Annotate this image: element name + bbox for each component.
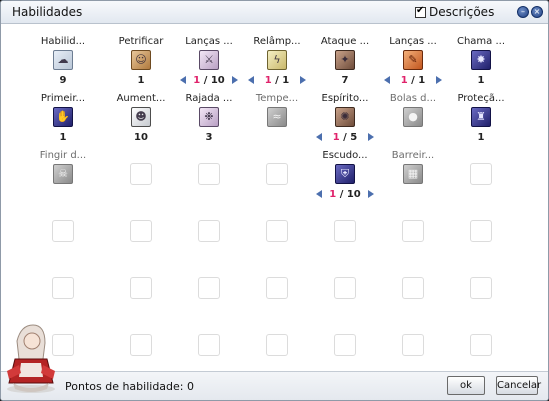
empty-slot-box [266, 163, 288, 185]
skill-name: Fingir d... [39, 150, 87, 161]
title-bar[interactable]: Habilidades Descrições – × [1, 1, 548, 24]
empty-slot-box [334, 277, 356, 299]
skill-grid: Habilid... ☁ 9 Petrificar ☺ 1 Lanças ... ⚔ 1 / 1… [1, 24, 548, 371]
burst-icon[interactable]: ❉ [199, 107, 219, 127]
skill-cell[interactable]: Chama ... ✸ 1 [441, 27, 521, 89]
skill-name: Primeir... [40, 93, 86, 104]
fake-death-icon[interactable]: ☠ [53, 164, 73, 184]
skill-cell[interactable]: Primeir... ✋ 1 [23, 84, 103, 146]
empty-slot-box [130, 334, 152, 356]
flame-icon[interactable]: ✸ [471, 50, 491, 70]
lance-icon[interactable]: ⚔ [199, 50, 219, 70]
empty-slot-box [334, 220, 356, 242]
ok-button[interactable]: ok [447, 376, 485, 395]
empty-slot-box [198, 163, 220, 185]
empty-slot-box [470, 277, 492, 299]
empty-slot-box [470, 220, 492, 242]
empty-slot-box [130, 277, 152, 299]
empty-slot-box [198, 220, 220, 242]
shield-icon[interactable]: ⛨ [335, 164, 355, 184]
empty-slot-box [470, 163, 492, 185]
empty-skill-slot [441, 255, 521, 317]
empty-slot-box [266, 220, 288, 242]
fire-lance-icon[interactable]: ✎ [403, 50, 423, 70]
skill-points-label: Pontos de habilidade: 0 [65, 380, 194, 393]
empty-slot-box [130, 220, 152, 242]
empty-slot-box [266, 277, 288, 299]
empty-skill-slot [441, 312, 521, 374]
empty-skill-slot [441, 141, 521, 203]
petrify-icon[interactable]: ☺ [131, 50, 151, 70]
skill-name: Habilid... [40, 36, 86, 47]
empty-slot-box [402, 277, 424, 299]
cloud-icon[interactable]: ☁ [53, 50, 73, 70]
ball-icon[interactable]: ● [403, 107, 423, 127]
descriptions-label[interactable]: Descrições [429, 5, 494, 19]
skills-window: Habilidades Descrições – × Habilid...☁9P… [0, 0, 549, 401]
empty-slot-box [402, 334, 424, 356]
skill-cell[interactable]: Proteçã... ♜ 1 [441, 84, 521, 146]
spirit-icon[interactable]: ✺ [335, 107, 355, 127]
empty-skill-slot [23, 198, 103, 260]
empty-skill-slot [23, 255, 103, 317]
close-icon[interactable]: × [531, 6, 543, 18]
descriptions-checkbox[interactable] [415, 5, 426, 18]
empty-slot-box [198, 277, 220, 299]
empty-slot-box [198, 334, 220, 356]
attack-icon[interactable]: ✦ [335, 50, 355, 70]
empty-slot-box [52, 220, 74, 242]
skill-cell[interactable]: Habilid... ☁ 9 [23, 27, 103, 89]
empty-slot-box [334, 334, 356, 356]
empty-slot-box [130, 163, 152, 185]
head-icon[interactable]: ☻ [131, 107, 151, 127]
character-avatar [7, 324, 55, 393]
storm-icon[interactable]: ≈ [267, 107, 287, 127]
empty-slot-box [52, 277, 74, 299]
lightning-icon[interactable]: ϟ [267, 50, 287, 70]
barrier-icon[interactable]: ▦ [403, 164, 423, 184]
empty-skill-slot [441, 198, 521, 260]
minimize-icon[interactable]: – [517, 6, 529, 18]
skill-cell[interactable]: Fingir d... ☠ [23, 141, 103, 203]
cancel-button[interactable]: Cancelar [496, 376, 541, 395]
skill-name: Chama ... [456, 36, 506, 47]
empty-slot-box [402, 220, 424, 242]
protection-icon[interactable]: ♜ [471, 107, 491, 127]
window-title: Habilidades [12, 5, 83, 19]
descriptions-toggle[interactable]: Descrições [415, 5, 494, 19]
skill-name: Proteçã... [457, 93, 505, 104]
footer-bar: Pontos de habilidade: 0 ok Cancelar [1, 371, 548, 400]
empty-slot-box [266, 334, 288, 356]
hand-icon[interactable]: ✋ [53, 107, 73, 127]
empty-slot-box [470, 334, 492, 356]
